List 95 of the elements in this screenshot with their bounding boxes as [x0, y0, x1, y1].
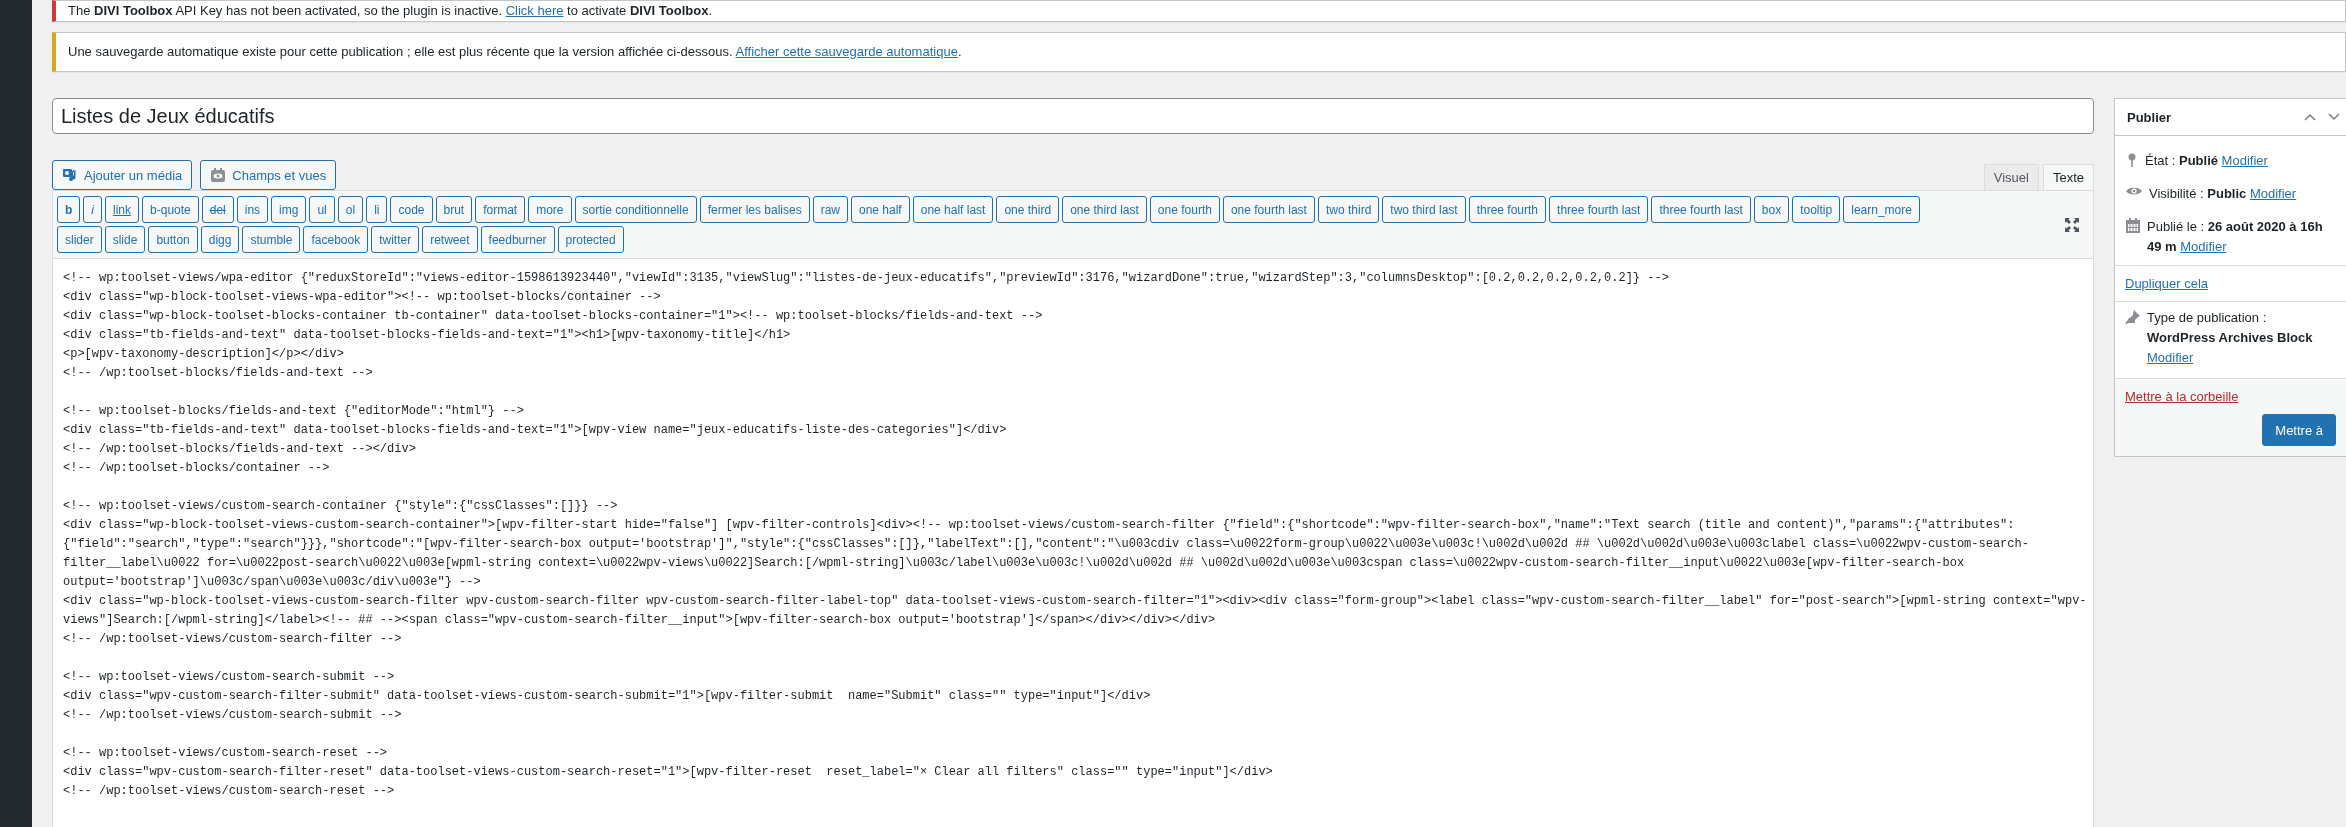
editor-tab[interactable]: Texte	[2042, 164, 2094, 190]
quicktag-button[interactable]: brut	[435, 196, 473, 223]
code-line: <!-- wp:toolset-views/custom-search-reset -->	[63, 745, 389, 762]
quicktag-button[interactable]: one half last	[912, 196, 994, 223]
quicktag-button[interactable]: two third last	[1382, 196, 1466, 223]
chevron-down-icon[interactable]	[2328, 113, 2340, 121]
quicktag-button[interactable]: del	[201, 196, 234, 223]
code-line: filter__label\u0022 for=\u0022post-search\u0022\u003e[wpml-string context=\u0022wpv-views\u0022]Search:[/wpml-string]\u003c/label\u003e\u003c!\u002d\u002d ## \u002d\u002d\u003e\u003cspan class=\u0022wpv-custom-search-filter__input\u0022\u003e[wpv-filter-search-box	[63, 555, 1966, 572]
notice-text: Une sauvegarde automatique existe pour cette publication ; elle est plus récente que la version affichée ci-dessous. Afficher cette sauvegarde automatique.	[68, 43, 963, 61]
duplicate-link[interactable]: Dupliquer cela	[2125, 276, 2209, 291]
quicktag-button[interactable]: three fourth last	[1549, 196, 1649, 223]
quicktag-button[interactable]: twitter	[371, 226, 420, 253]
quicktag-button[interactable]: li	[366, 196, 388, 223]
quicktag-button[interactable]: one third last	[1062, 196, 1147, 223]
code-line: <!-- wp:toolset-views/custom-search-submit -->	[63, 669, 396, 686]
quicktag-button[interactable]: digg	[200, 226, 240, 253]
title-field[interactable]: Listes de Jeux éducatifs	[52, 98, 2094, 134]
pushpin-icon	[2125, 309, 2141, 325]
edit-link[interactable]: Modifier	[2147, 350, 2194, 365]
edit-link[interactable]: Modifier	[2249, 186, 2297, 201]
quicktag-button[interactable]: box	[1753, 196, 1790, 223]
code-line: <!-- /wp:toolset-blocks/fields-and-text -->	[63, 365, 374, 382]
quicktag-button[interactable]: format	[475, 196, 526, 223]
code-line: <!-- /wp:toolset-views/custom-search-reset -->	[63, 783, 396, 800]
quicktag-button[interactable]: img	[271, 196, 307, 223]
code-line: <!-- wp:toolset-blocks/fields-and-text {"editorMode":"html"} -->	[63, 403, 525, 420]
code-line: <div class="tb-fields-and-text" data-toolset-blocks-fields-and-text="1">[wpv-view name="jeux-educatifs-liste-des-categories"]</div>	[63, 422, 1008, 439]
fullscreen-icon[interactable]	[2065, 217, 2079, 232]
code-line: <div class="wpv-custom-search-filter-reset" data-toolset-views-custom-search-reset="1">[wpv-filter-reset reset_label="× Clear all filters" class="" type="input"]</div>	[63, 764, 1274, 781]
post-type-info: Type de publication : WordPress Archives Block Modifier	[2147, 309, 2314, 367]
quicktag-button[interactable]: retweet	[422, 226, 478, 253]
publish-info: État : Publié Modifier	[2145, 152, 2268, 170]
code-line: <div class="wp-block-toolset-views-wpa-editor"><!-- wp:toolset-blocks/container -->	[63, 289, 662, 306]
quicktag-button[interactable]: sortie conditionnelle	[574, 196, 697, 223]
quicktag-button[interactable]: ol	[337, 196, 364, 223]
code-line: <!-- /wp:toolset-blocks/container -->	[63, 460, 331, 477]
eye-icon	[210, 167, 227, 183]
quicktag-button[interactable]: two third	[1317, 196, 1380, 223]
quicktag-button[interactable]: learn_more	[1843, 196, 1920, 223]
code-line: <!-- /wp:toolset-blocks/fields-and-text --></div>	[63, 441, 417, 458]
quicktag-button[interactable]: fermer les balises	[699, 196, 810, 223]
code-line: <!-- wp:toolset-views/wpa-editor {"reduxStoreId":"views-editor-1598613923440","viewId":3135,"viewSlug":"listes-de-jeux-educatifs","previewId":3176,"wizardDone":true,"wizardStep":3,"columnsDesktop":[0.2,0.2,0.2,0.2,0.2]} -->	[63, 270, 1670, 287]
quicktag-button[interactable]: one half	[851, 196, 910, 223]
code-line: <div class="wp-block-toolset-views-custom-search-container">[wpv-filter-start hide="false"] [wpv-filter-controls]<div><!-- wp:toolset-views/custom-search-filter {"field":{"shortcode":"wpv-filter-search-box","name":"Text search (title and content)","params":{"attributes":	[63, 517, 2016, 534]
quicktag-button[interactable]: one third	[996, 196, 1060, 223]
edit-link[interactable]: Modifier	[2221, 153, 2268, 168]
quicktag-button[interactable]: code	[390, 196, 433, 223]
code-line: <!-- /wp:toolset-views/custom-search-filter -->	[63, 631, 403, 648]
quicktag-button[interactable]: b-quote	[142, 196, 199, 223]
media-button[interactable]: Champs et vues	[200, 160, 337, 190]
media-icon	[62, 167, 78, 183]
quicktag-button[interactable]: stumble	[242, 226, 301, 253]
eye-icon	[2125, 185, 2143, 197]
code-line: <!-- /wp:toolset-views/custom-search-submit -->	[63, 707, 403, 724]
publish-button[interactable]: Mettre à	[2262, 414, 2336, 446]
quicktag-button[interactable]: facebook	[303, 226, 369, 253]
panel-title: Publier	[2127, 109, 2173, 125]
notice-link[interactable]: Afficher cette sauvegarde automatique	[735, 44, 958, 59]
quicktag-button[interactable]: tooltip	[1792, 196, 1841, 223]
quicktag-button[interactable]: slider	[57, 226, 102, 253]
publish-info: Publié le : 26 août 2020 à 16h 49 m Modifier	[2147, 218, 2324, 256]
code-line: <div class="tb-fields-and-text" data-toolset-blocks-fields-and-text="1"><h1>[wpv-taxonomy-title]</h1>	[63, 327, 792, 344]
code-line: output='bootstrap']\u003c/span\u003e\u003c/div\u003e"} -->	[63, 574, 482, 591]
quicktag-button[interactable]: one fourth last	[1222, 196, 1315, 223]
calendar-icon	[2125, 218, 2141, 234]
code-line: {"field":"search","type":"search"}}},"shortcode":"[wpv-filter-search-box output='bootstrap']","style":{"cssClasses":[]},"labelText":[],"content":"\u003cdiv class=\u0022form-group\u0022\u003e\u003c!\u002d\u002d ## \u002d\u002d\u003e\u003clabel class=\u0022wpv-custom-search-	[63, 536, 2030, 553]
media-button[interactable]: Ajouter un média	[52, 160, 193, 190]
quicktag-button[interactable]: link	[105, 196, 140, 223]
code-line: <div class="wp-block-toolset-views-custom-search-filter wpv-custom-search-filter wpv-custom-search-filter-label-top" data-toolset-views-custom-search-filter="1"><div><div class="form-group"><label class="wpv-custom-search-filter__label" for="post-search">[wpml-string context="wpv-	[63, 593, 2083, 610]
trash-link[interactable]: Mettre à la corbeille	[2125, 389, 2239, 404]
code-line: views"]Search:[/wpml-string]</label><!-- ## --><span class="wpv-custom-search-filter__input">[wpv-filter-search-box output='bootstrap']</span></div></div></div>	[63, 612, 1217, 629]
quicktag-button[interactable]: i	[83, 196, 102, 223]
quicktag-button[interactable]: three fourth last	[1651, 196, 1751, 223]
quicktag-button[interactable]: b	[57, 196, 81, 223]
quicktag-button[interactable]: three fourth	[1468, 196, 1547, 223]
edit-link[interactable]: Modifier	[2180, 239, 2227, 254]
notice-text: The DIVI Toolbox API Key has not been activated, so the plugin is inactive. Click here to activate DIVI Toolbox.	[68, 2, 714, 20]
chevron-up-icon[interactable]	[2304, 113, 2316, 121]
code-editor[interactable]	[52, 259, 2094, 827]
quicktag-button[interactable]: raw	[812, 196, 848, 223]
quicktag-button[interactable]: protected	[557, 226, 624, 253]
quicktag-button[interactable]: slide	[104, 226, 146, 253]
quicktag-button[interactable]: button	[148, 226, 198, 253]
quicktag-button[interactable]: ins	[236, 196, 269, 223]
quicktag-button[interactable]: feedburner	[480, 226, 555, 253]
code-line: <!-- wp:toolset-views/custom-search-container {"style":{"cssClasses":[]}} -->	[63, 498, 619, 515]
code-line: <div class="wpv-custom-search-filter-submit" data-toolset-views-custom-search-submit="1">[wpv-filter-submit name="Submit" class="" type="input"]</div>	[63, 688, 1152, 705]
quicktag-button[interactable]: ul	[309, 196, 335, 223]
quicktag-button[interactable]: one fourth	[1149, 196, 1220, 223]
publish-info: Visibilité : Public Modifier	[2149, 185, 2297, 203]
notice-link[interactable]: Click here	[505, 3, 564, 18]
editor-tab[interactable]: Visuel	[1983, 164, 2039, 190]
quicktag-button[interactable]: more	[528, 196, 572, 223]
code-line: <p>[wpv-taxonomy-description]</p></div>	[63, 346, 345, 363]
code-line: <div class="wp-block-toolset-blocks-container tb-container" data-toolset-blocks-container="1"><!-- wp:toolset-blocks/fields-and-text -->	[63, 308, 1044, 325]
